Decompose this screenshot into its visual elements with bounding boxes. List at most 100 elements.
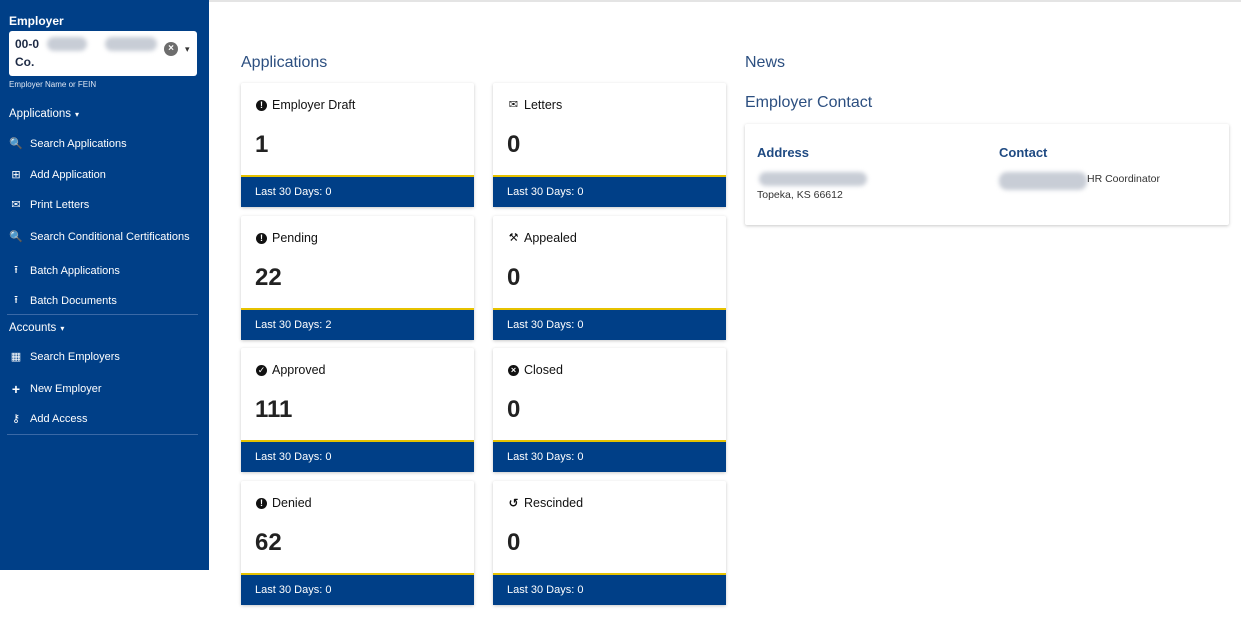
card-count: 0 <box>507 529 521 556</box>
status-card-rescinded[interactable]: ↺ Rescinded 0 Last 30 Days: 0 <box>493 481 726 605</box>
sidebar: Employer 00-0 Co. × ▾ Employer Name or F… <box>0 0 209 570</box>
sidebar-item-label: New Employer <box>30 383 102 395</box>
card-title: Closed <box>524 363 563 377</box>
clear-icon[interactable]: × <box>164 42 178 56</box>
add-file-icon: ⊞ <box>11 169 21 181</box>
upload-icon: ⭱ <box>14 294 18 306</box>
sidebar-item-search-employers[interactable]: ▦ Search Employers <box>9 350 120 364</box>
card-count: 111 <box>255 396 293 423</box>
sidebar-item-add-access[interactable]: ⚷ Add Access <box>9 412 88 426</box>
sidebar-item-search-conditional-certifications[interactable]: 🔍 Search Conditional Certifications <box>9 230 190 244</box>
card-count: 0 <box>507 396 521 423</box>
sidebar-item-label: Batch Applications <box>30 264 120 277</box>
sidebar-item-label: Add Access <box>30 412 88 425</box>
status-card-denied[interactable]: ! Denied 62 Last 30 Days: 0 <box>241 481 474 605</box>
card-title: Approved <box>272 363 326 377</box>
card-title: Denied <box>272 496 312 510</box>
card-title: Employer Draft <box>272 98 356 112</box>
employer-hint: Employer Name or FEIN <box>9 80 97 89</box>
sidebar-item-print-letters[interactable]: ✉ Print Letters <box>9 198 90 212</box>
card-title: Rescinded <box>524 496 584 510</box>
card-footer: Last 30 Days: 0 <box>241 573 474 605</box>
exclamation-circle-icon: ! <box>256 232 267 244</box>
sidebar-item-add-application[interactable]: ⊞ Add Application <box>9 168 106 182</box>
card-count: 62 <box>255 529 282 556</box>
contact-role: HR Coordinator <box>1087 173 1160 185</box>
status-card-pending[interactable]: ! Pending 22 Last 30 Days: 2 <box>241 216 474 340</box>
exclamation-circle-icon: ! <box>256 99 267 111</box>
status-card-employer-draft[interactable]: ! Employer Draft 1 Last 30 Days: 0 <box>241 83 474 207</box>
employer-value-line1: 00-0 <box>15 37 40 51</box>
employer-select[interactable]: 00-0 Co. × ▾ <box>9 31 197 76</box>
status-card-appealed[interactable]: ⚒ Appealed 0 Last 30 Days: 0 <box>493 216 726 340</box>
employer-contact-card: Address Topeka, KS 66612 Contact HR Coor… <box>745 124 1229 225</box>
key-icon: ⚷ <box>11 413 21 425</box>
sidebar-item-search-applications[interactable]: 🔍 Search Applications <box>9 137 127 151</box>
card-footer-text: Last 30 Days: 0 <box>507 451 584 463</box>
sidebar-item-label: Batch Documents <box>30 294 117 307</box>
card-footer-text: Last 30 Days: 0 <box>507 186 584 198</box>
card-count: 22 <box>255 264 282 291</box>
card-footer: Last 30 Days: 0 <box>241 175 474 207</box>
upload-icon: ⭱ <box>14 264 18 276</box>
search-file-icon: 🔍 <box>9 231 23 243</box>
redacted-text <box>999 172 1087 190</box>
plus-icon: + <box>11 381 21 397</box>
sidebar-item-batch-documents[interactable]: ⭱ Batch Documents <box>9 291 117 310</box>
sidebar-divider <box>7 434 198 435</box>
caret-down-icon: ▾ <box>75 110 80 119</box>
card-footer-text: Last 30 Days: 2 <box>255 319 332 331</box>
card-footer: Last 30 Days: 0 <box>493 175 726 207</box>
card-footer-text: Last 30 Days: 0 <box>255 451 332 463</box>
sidebar-item-label: Search Conditional Certifications <box>30 230 190 243</box>
sidebar-item-label: Print Letters <box>30 198 90 211</box>
employer-contact-title: Employer Contact <box>745 94 873 111</box>
card-footer: Last 30 Days: 0 <box>493 573 726 605</box>
envelope-icon: ✉ <box>508 98 519 111</box>
nav-section-label: Applications <box>9 108 72 120</box>
undo-icon: ↺ <box>508 495 519 510</box>
card-footer-text: Last 30 Days: 0 <box>507 319 584 331</box>
search-file-icon: 🔍 <box>9 138 23 150</box>
chevron-down-icon[interactable]: ▾ <box>185 44 190 55</box>
card-footer: Last 30 Days: 2 <box>241 308 474 340</box>
employer-heading: Employer <box>9 14 64 28</box>
nav-section-label: Accounts <box>9 322 57 334</box>
sidebar-item-batch-applications[interactable]: ⭱ Batch Applications <box>9 261 120 280</box>
applications-title: Applications <box>241 54 328 71</box>
card-footer: Last 30 Days: 0 <box>493 308 726 340</box>
card-title: Letters <box>524 98 563 112</box>
employer-value-line2: Co. <box>15 55 35 69</box>
caret-down-icon: ▾ <box>60 324 65 333</box>
times-circle-icon: × <box>508 364 519 376</box>
sidebar-item-label: Add Application <box>30 168 106 181</box>
status-card-approved[interactable]: ✓ Approved 111 Last 30 Days: 0 <box>241 348 474 472</box>
address-label: Address <box>757 145 810 160</box>
building-icon: ▦ <box>10 351 22 363</box>
card-footer: Last 30 Days: 0 <box>241 440 474 472</box>
redacted-text <box>759 172 867 186</box>
status-card-letters[interactable]: ✉ Letters 0 Last 30 Days: 0 <box>493 83 726 207</box>
sidebar-item-new-employer[interactable]: + New Employer <box>9 381 102 397</box>
exclamation-circle-icon: ! <box>256 497 267 509</box>
card-footer-text: Last 30 Days: 0 <box>507 584 584 596</box>
sidebar-item-label: Search Applications <box>30 137 127 150</box>
redacted-text <box>105 37 157 51</box>
gavel-icon: ⚒ <box>508 231 519 244</box>
redacted-text <box>47 37 87 51</box>
address-city: Topeka, KS 66612 <box>757 189 843 201</box>
check-circle-icon: ✓ <box>256 364 267 376</box>
nav-section-accounts[interactable]: Accounts ▾ <box>9 322 64 334</box>
top-border <box>209 0 1241 2</box>
sidebar-divider <box>7 314 198 315</box>
envelope-icon: ✉ <box>11 199 21 211</box>
card-title: Pending <box>272 231 318 245</box>
nav-section-applications[interactable]: Applications ▾ <box>9 108 79 120</box>
news-title: News <box>745 54 786 71</box>
card-footer-text: Last 30 Days: 0 <box>255 584 332 596</box>
status-card-closed[interactable]: × Closed 0 Last 30 Days: 0 <box>493 348 726 472</box>
card-count: 0 <box>507 264 521 291</box>
contact-label: Contact <box>999 145 1048 160</box>
card-footer: Last 30 Days: 0 <box>493 440 726 472</box>
card-count: 1 <box>255 131 269 158</box>
